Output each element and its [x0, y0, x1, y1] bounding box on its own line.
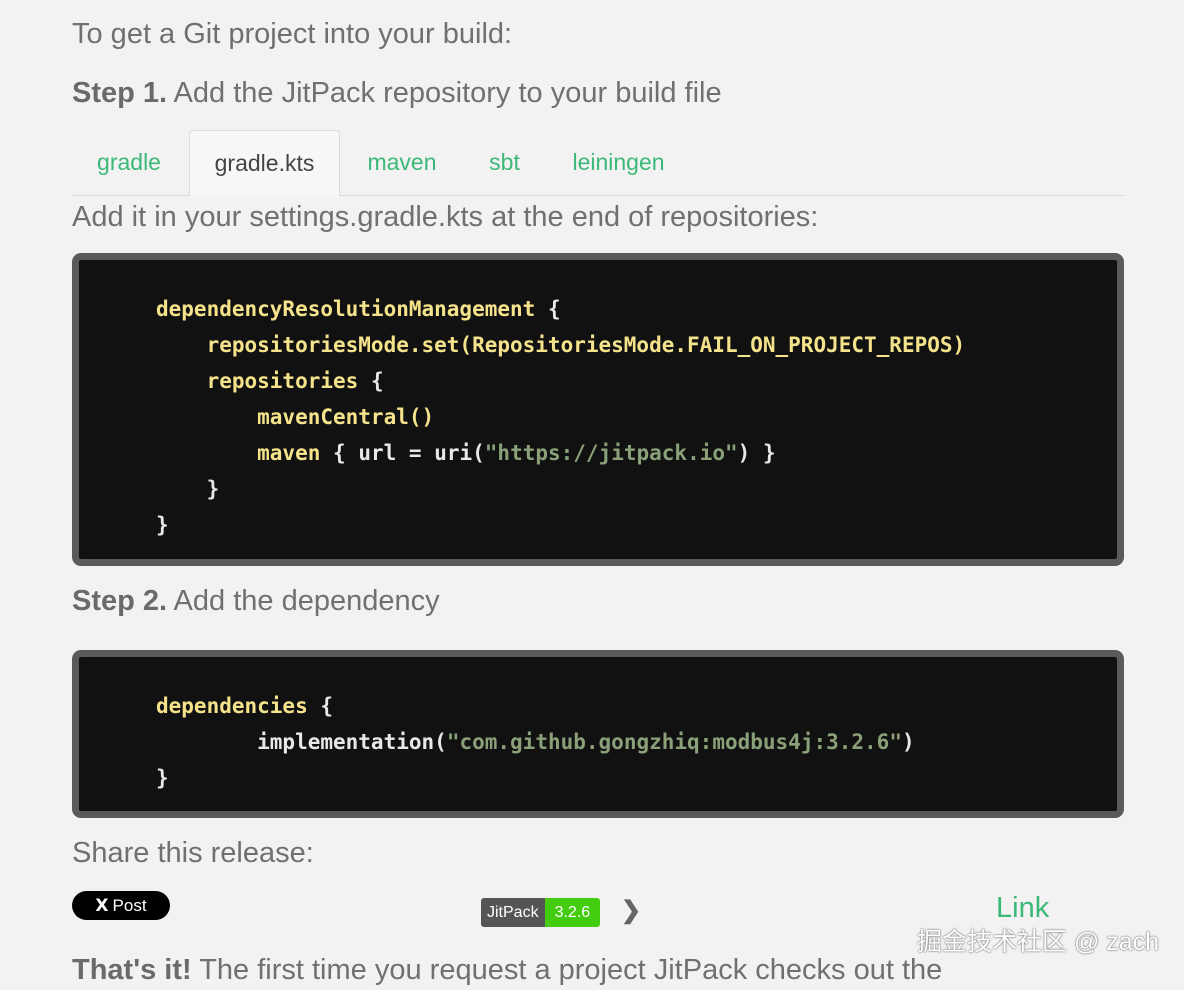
- x-logo-icon: X: [95, 896, 109, 916]
- code-line: }: [156, 477, 220, 501]
- intro-text: To get a Git project into your build:: [72, 18, 513, 50]
- code-line: }: [156, 513, 169, 537]
- repository-code-block[interactable]: dependencyResolutionManagement { reposit…: [72, 253, 1124, 566]
- tab-leiningen[interactable]: leiningen: [556, 130, 681, 195]
- step-1-text: Add the JitPack repository to your build…: [167, 77, 722, 109]
- tab-gradle-kts[interactable]: gradle.kts: [189, 130, 340, 197]
- tab-gradle[interactable]: gradle: [72, 130, 186, 195]
- share-label: Share this release:: [72, 837, 314, 869]
- dependency-code-block[interactable]: dependencies { implementation("com.githu…: [72, 650, 1124, 818]
- step-2-heading: Step 2. Add the dependency: [72, 581, 440, 621]
- final-text: That's it! The first time you request a …: [72, 950, 942, 990]
- code-line: implementation("com.github.gongzhiq:modb…: [156, 730, 915, 754]
- final-bold: That's it!: [72, 954, 192, 986]
- code-line: mavenCentral(): [156, 405, 435, 429]
- step-1-label: Step 1.: [72, 77, 168, 109]
- final-body: The first time you request a project Jit…: [191, 954, 943, 986]
- jitpack-version-badge[interactable]: JitPack 3.2.6: [481, 898, 601, 927]
- x-post-label: Post: [112, 896, 147, 915]
- code-line: repositories {: [156, 369, 384, 393]
- badge-label: JitPack: [481, 898, 545, 927]
- badge-version: 3.2.6: [544, 898, 601, 927]
- code-line: repositoriesMode.set(RepositoriesMode.FA…: [156, 333, 966, 357]
- step-2-label: Step 2.: [72, 585, 168, 617]
- code-line: dependencyResolutionManagement {: [156, 297, 561, 321]
- link-button[interactable]: Link: [996, 892, 1049, 925]
- tab-sbt[interactable]: sbt: [472, 130, 537, 195]
- build-tool-tabs: gradle gradle.kts maven sbt leiningen: [72, 130, 1124, 197]
- tab-maven[interactable]: maven: [348, 130, 456, 195]
- step-2-text: Add the dependency: [167, 585, 440, 617]
- watermark: 掘金技术社区 @ zach: [917, 928, 1160, 956]
- code-line: }: [156, 766, 169, 790]
- chevron-right-icon[interactable]: ❯: [621, 896, 641, 925]
- step-1-heading: Step 1. Add the JitPack repository to yo…: [72, 73, 722, 113]
- tab-description: Add it in your settings.gradle.kts at th…: [72, 201, 819, 233]
- code-line: dependencies {: [156, 694, 334, 718]
- code-line: maven { url = uri("https://jitpack.io") …: [156, 441, 776, 465]
- x-post-button[interactable]: X Post: [72, 891, 170, 920]
